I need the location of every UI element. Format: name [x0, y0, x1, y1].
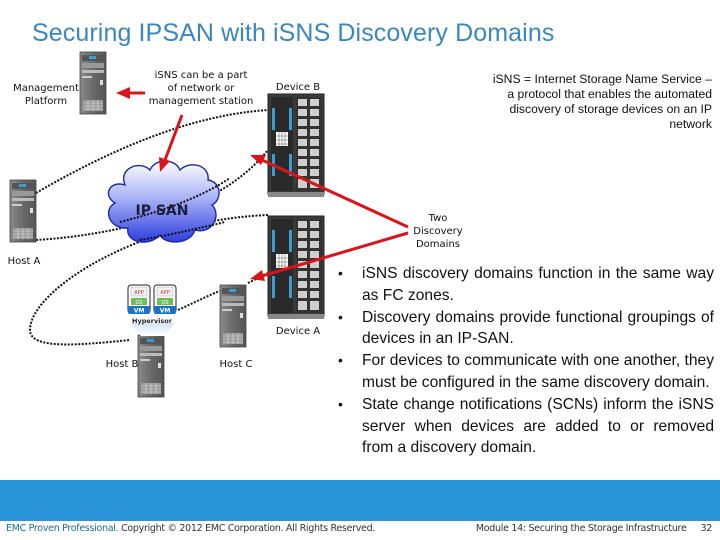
host-a-server [9, 179, 37, 243]
host-a-label: Host A [7, 256, 41, 267]
bullet-item: Discovery domains provide functional gro… [336, 307, 714, 351]
footer-module-title: Module 14: Securing the Storage Infrastr… [475, 523, 687, 534]
host-c-server [219, 284, 247, 348]
footer-band [0, 480, 720, 521]
host-c-label: Host C [219, 359, 253, 370]
host-b-label: Host B [105, 359, 139, 370]
bullet-item: State change notifications (SCNs) inform… [336, 394, 714, 459]
isns-definition-note: iSNS = Internet Storage Name Service – a… [492, 72, 712, 131]
footer-brand: EMC Proven Professional. [6, 523, 119, 534]
hypervisor: Hypervisor [127, 284, 177, 336]
footer-module: Module 14: Securing the Storage Infrastr… [476, 523, 712, 534]
bullet-list: iSNS discovery domains function in the s… [336, 263, 714, 459]
management-platform-label: Management Platform [13, 83, 79, 107]
discovery-domains-callout: Two Discovery Domains [413, 213, 463, 250]
device-b-label: Device B [275, 82, 321, 93]
bullet-item: iSNS discovery domains function in the s… [336, 263, 714, 307]
device-a-label: Device A [275, 326, 321, 337]
ip-san-cloud: IP SAN [107, 160, 220, 243]
vm-icon [153, 284, 177, 315]
device-b-storage [267, 93, 325, 198]
vm-icon [127, 284, 151, 315]
footer-copyright-text: Copyright © 2012 EMC Corporation. All Ri… [118, 523, 376, 534]
isns-location-callout: iSNS can be a part of network or managem… [148, 70, 254, 107]
cloud-label: IP SAN [136, 203, 189, 219]
hypervisor-label: Hypervisor [132, 317, 173, 325]
page-number: 32 [700, 523, 713, 534]
bullet-item: For devices to communicate with one anot… [336, 350, 714, 394]
footer-copyright: EMC Proven Professional. Copyright © 201… [6, 523, 375, 534]
management-platform-server [79, 51, 107, 115]
